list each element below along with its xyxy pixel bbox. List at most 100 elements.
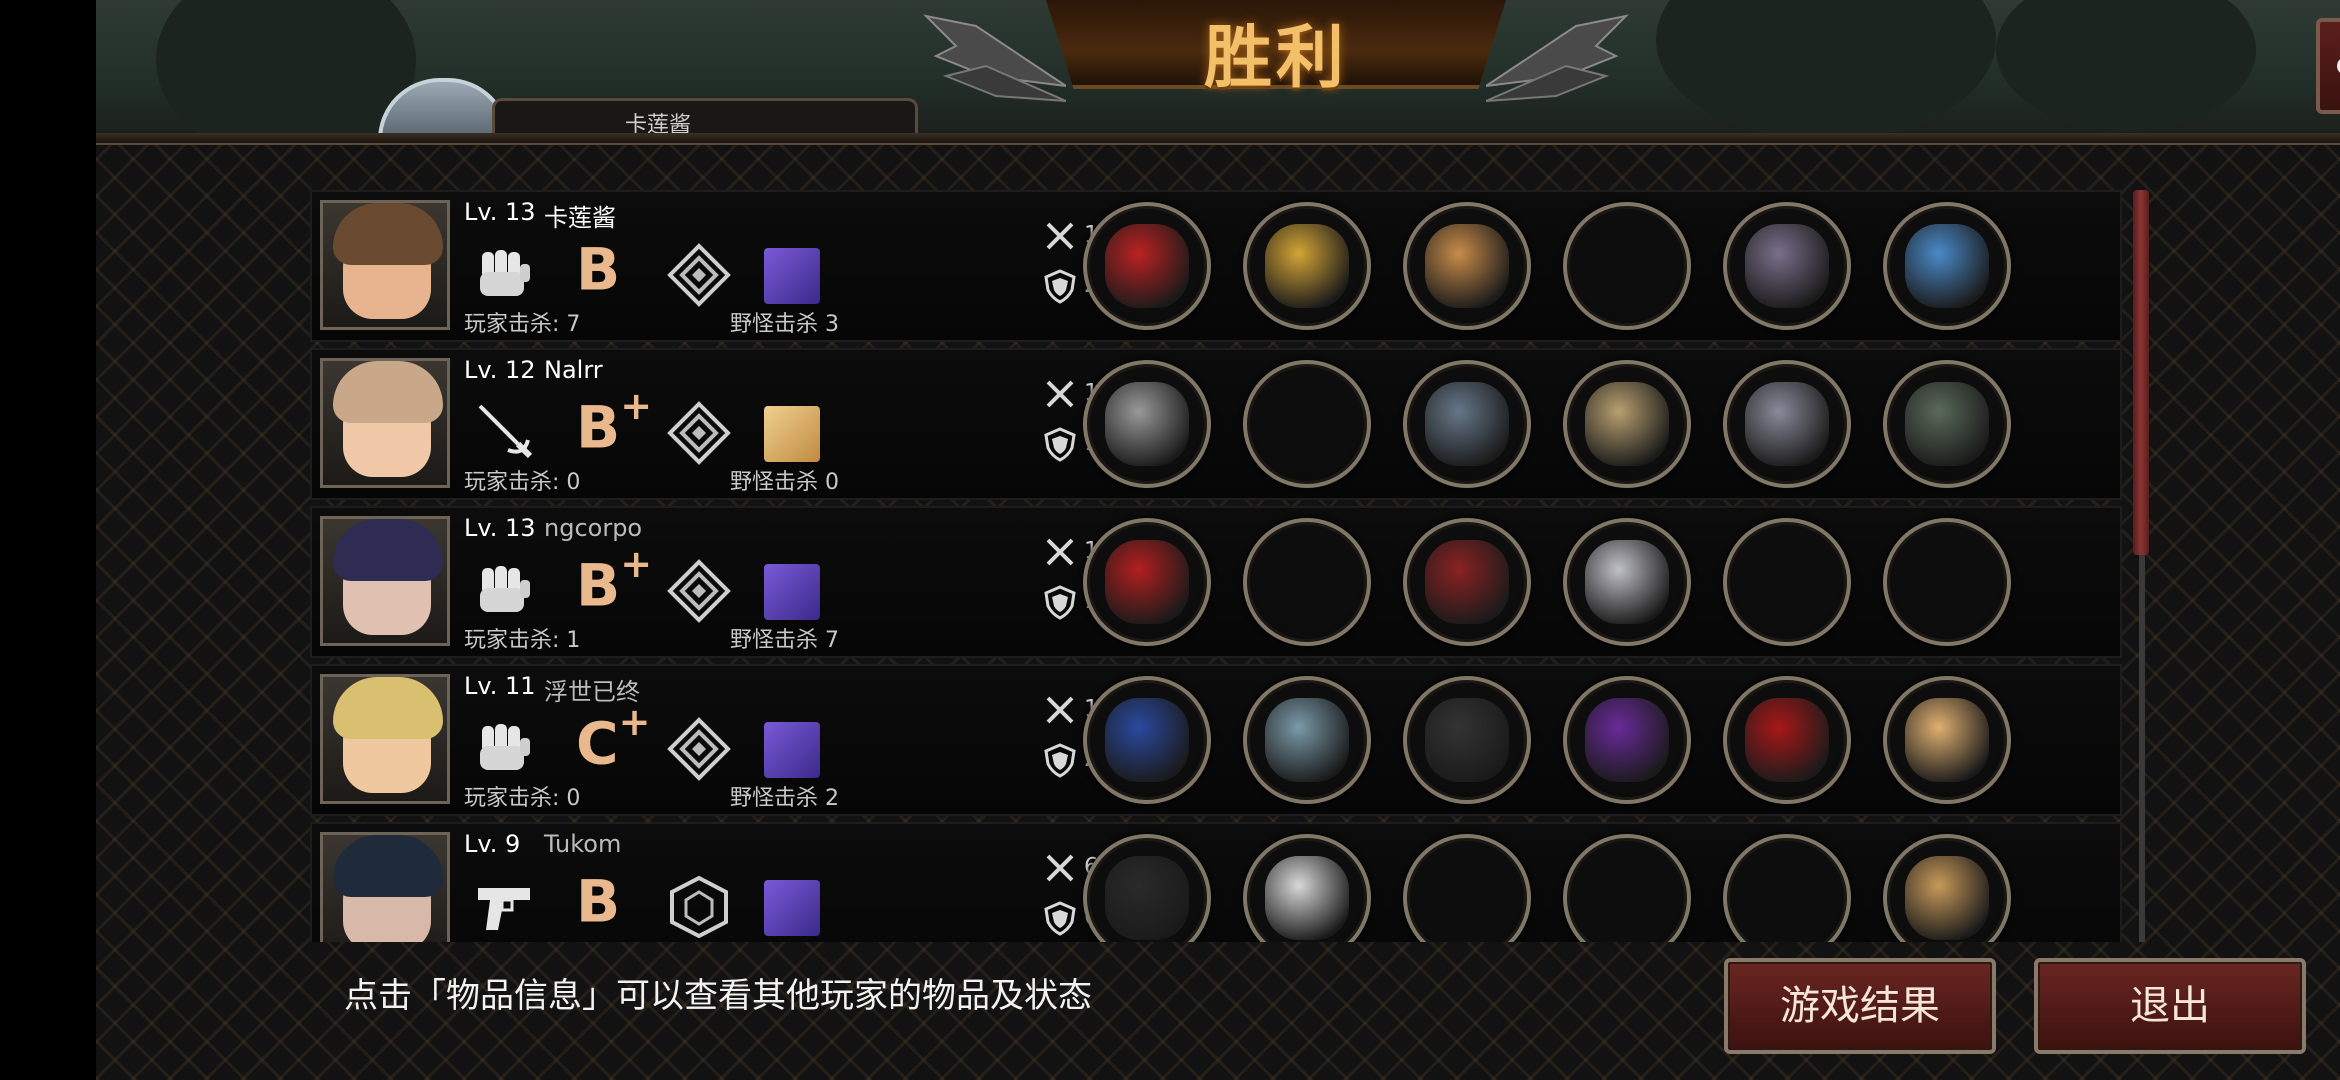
item-slot[interactable] — [1403, 518, 1531, 646]
monster-kills-value: 2 — [825, 786, 840, 811]
player-row[interactable]: Lv. 13卡莲酱 B 玩家击杀: 7野怪击杀 3 127 204 — [310, 190, 2122, 342]
grade-badge: B+ — [576, 542, 652, 619]
monster-icon — [764, 248, 820, 304]
victory-banner: 胜利 — [922, 0, 1630, 102]
grade-badge: C+ — [576, 700, 650, 778]
grapes-arm-icon — [1425, 224, 1509, 308]
player-avatar[interactable] — [320, 516, 450, 646]
monster-kills-value: 3 — [825, 312, 840, 337]
item-slot-empty[interactable] — [1563, 202, 1691, 330]
crown-icon — [1265, 224, 1349, 308]
game-result-button[interactable]: 游戏结果 — [1724, 958, 1996, 1054]
monster-kills-value: 7 — [825, 628, 840, 653]
item-slot-empty[interactable] — [1243, 360, 1371, 488]
grade-plus: + — [618, 700, 651, 744]
hint-text: 点击「物品信息」可以查看其他玩家的物品及状态 — [344, 976, 1092, 1016]
share-icon — [2337, 59, 2340, 73]
item-slot[interactable] — [1083, 518, 1211, 646]
player-kills-label: 玩家击杀: — [464, 628, 560, 653]
rank-diamond-icon — [667, 559, 731, 623]
item-slot-empty[interactable] — [1723, 834, 1851, 942]
grade-badge: B+ — [576, 384, 652, 461]
grade-letter: C — [576, 709, 619, 778]
player-kills: 玩家击杀: 0 — [464, 464, 580, 496]
player-level: Lv. 9 — [464, 830, 521, 858]
monster-kills: 野怪击杀 3 — [730, 306, 839, 338]
scrollbar-thumb[interactable] — [2133, 190, 2149, 555]
player-level: Lv. 13 — [464, 514, 536, 542]
item-slot[interactable] — [1403, 676, 1531, 804]
attack-icon — [1046, 854, 1074, 882]
smg-icon — [1105, 856, 1189, 940]
player-kills-label: 玩家击杀: — [464, 786, 560, 811]
player-kills: 玩家击杀: 1 — [464, 622, 580, 654]
attack-icon — [1046, 222, 1074, 250]
item-slot[interactable] — [1083, 202, 1211, 330]
rank-diamond-icon — [667, 243, 731, 307]
item-slot[interactable] — [1243, 202, 1371, 330]
item-slot-empty[interactable] — [1403, 834, 1531, 942]
monster-icon — [764, 880, 820, 936]
attack-icon — [1046, 696, 1074, 724]
player-row[interactable]: Lv. 11浮世已终 C+ 玩家击杀: 0野怪击杀 2 114 217 — [310, 664, 2122, 816]
purple-glove-icon — [1585, 698, 1669, 782]
item-slot[interactable] — [1563, 676, 1691, 804]
item-slot[interactable] — [1883, 834, 2011, 942]
fist-icon — [480, 566, 530, 612]
item-slot-empty[interactable] — [1563, 834, 1691, 942]
item-slot[interactable] — [1243, 676, 1371, 804]
item-slot[interactable] — [1883, 360, 2011, 488]
bracelet-icon — [1905, 224, 1989, 308]
item-slot[interactable] — [1563, 518, 1691, 646]
monster-kills: 野怪击杀 0 — [730, 464, 839, 496]
grade-letter: B — [576, 235, 621, 304]
monster-icon — [764, 722, 820, 778]
fist-icon — [480, 250, 530, 296]
item-slot[interactable] — [1403, 360, 1531, 488]
player-kills-value: 7 — [566, 312, 581, 337]
item-slot[interactable] — [1723, 360, 1851, 488]
exit-button[interactable]: 退出 — [2034, 958, 2306, 1054]
grade-plus: + — [620, 542, 653, 586]
player-kills-value: 1 — [566, 628, 581, 653]
player-list[interactable]: Lv. 13卡莲酱 B 玩家击杀: 7野怪击杀 3 127 204 — [310, 190, 2122, 942]
grade-badge: B — [576, 866, 620, 935]
item-slot[interactable] — [1083, 360, 1211, 488]
defense-icon — [1044, 901, 1076, 936]
chain-sleeves-icon — [1745, 382, 1829, 466]
boots-icon — [1745, 224, 1829, 308]
item-slot[interactable] — [1083, 834, 1211, 942]
spear-icon — [1105, 382, 1189, 466]
item-slot-empty[interactable] — [1883, 518, 2011, 646]
item-slot[interactable] — [1883, 676, 2011, 804]
monster-kills: 野怪击杀 7 — [730, 622, 839, 654]
item-slot[interactable] — [1723, 202, 1851, 330]
box-icon — [1905, 856, 1989, 940]
item-slot[interactable] — [1723, 676, 1851, 804]
player-name: Tukom — [544, 830, 622, 858]
item-slot[interactable] — [1403, 202, 1531, 330]
defense-icon — [1044, 427, 1076, 462]
attack-icon — [1046, 380, 1074, 408]
share-button[interactable] — [2316, 18, 2340, 114]
fist-icon — [480, 724, 530, 770]
player-row[interactable]: Lv. 13ngcorpo B+ 玩家击杀: 1野怪击杀 7 143 128 — [310, 506, 2122, 658]
player-avatar[interactable] — [320, 832, 450, 942]
player-kills-label: 玩家击杀: — [464, 312, 560, 337]
player-row[interactable]: Lv. 12Nalrr B+ 玩家击杀: 0野怪击杀 0 122 111 — [310, 348, 2122, 500]
winged-bracer-icon — [1105, 540, 1189, 624]
item-slot[interactable] — [1243, 834, 1371, 942]
right-gun-wing-icon — [1486, 14, 1630, 102]
player-avatar[interactable] — [320, 674, 450, 804]
chainmail-icon — [1425, 382, 1509, 466]
item-slot-empty[interactable] — [1243, 518, 1371, 646]
player-avatar[interactable] — [320, 358, 450, 488]
item-slot-empty[interactable] — [1723, 518, 1851, 646]
item-slot[interactable] — [1083, 676, 1211, 804]
item-slot[interactable] — [1883, 202, 2011, 330]
player-row[interactable]: Lv. 9Tukom B 68 63 — [310, 822, 2122, 942]
grade-plus: + — [620, 384, 653, 428]
player-avatar[interactable] — [320, 200, 450, 330]
player-level: Lv. 11 — [464, 672, 536, 700]
item-slot[interactable] — [1563, 360, 1691, 488]
